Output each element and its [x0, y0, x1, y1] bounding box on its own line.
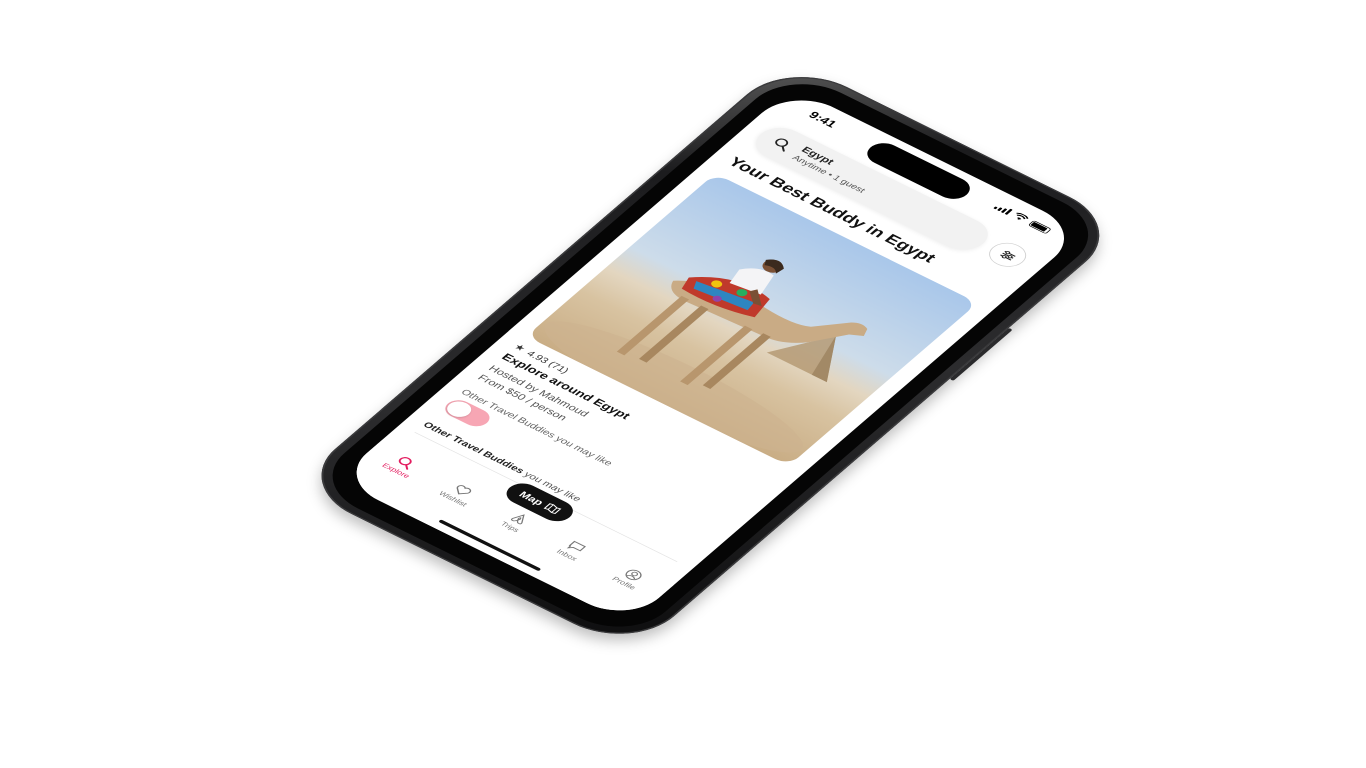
tab-wishlist[interactable]: Wishlist	[427, 475, 490, 513]
toggle-knob	[442, 398, 476, 421]
battery-icon	[1028, 219, 1053, 234]
status-time: 9:41	[805, 109, 839, 130]
star-icon: ★	[511, 341, 529, 354]
wifi-icon	[1016, 212, 1029, 220]
stage: 9:41 Egypt Anytime • 1 guest Your Best B…	[0, 0, 1366, 768]
search-icon	[775, 138, 789, 152]
map-button-label: Map	[516, 489, 547, 508]
tab-profile[interactable]: Profile	[598, 559, 661, 597]
map-icon	[543, 503, 562, 515]
tab-inbox[interactable]: Inbox	[541, 531, 604, 569]
tab-explore[interactable]: Explore	[370, 447, 433, 485]
cellular-signal-icon	[993, 203, 1014, 215]
filter-button[interactable]	[981, 238, 1034, 272]
filter-icon	[1000, 250, 1016, 261]
